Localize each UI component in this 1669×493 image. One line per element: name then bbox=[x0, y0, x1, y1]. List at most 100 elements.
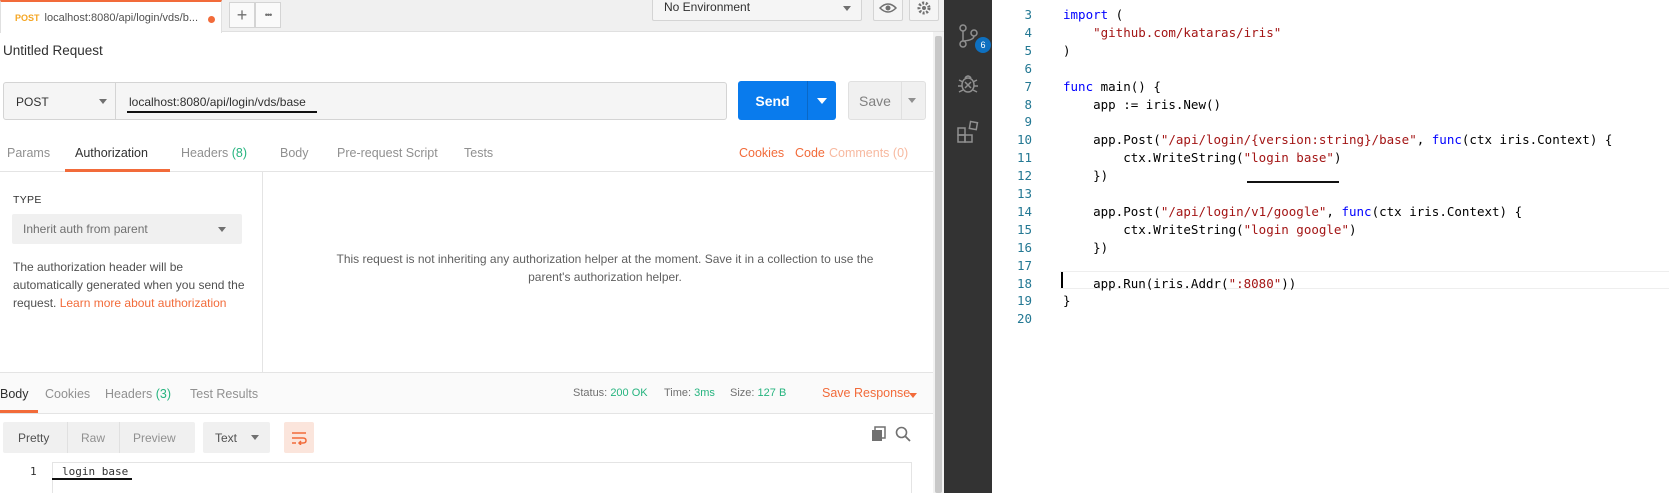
tab-tests[interactable]: Tests bbox=[464, 146, 493, 160]
tab-body[interactable]: Body bbox=[280, 146, 309, 160]
method-label: POST bbox=[16, 95, 49, 109]
method-select[interactable]: POST bbox=[3, 82, 116, 120]
code-string: "/api/login/v1/google" bbox=[1160, 203, 1327, 219]
learn-more-link[interactable]: Learn more about authorization bbox=[60, 296, 227, 310]
code-line[interactable]: "github.com/kataras/iris" bbox=[1063, 25, 1281, 40]
auth-type-value: Inherit auth from parent bbox=[23, 222, 148, 236]
tab-authorization[interactable]: Authorization bbox=[75, 146, 148, 160]
vertical-scrollbar-thumb[interactable] bbox=[935, 36, 942, 493]
format-preview-button[interactable]: Preview bbox=[133, 431, 176, 445]
request-title[interactable]: Untitled Request bbox=[3, 43, 103, 58]
extensions-button[interactable] bbox=[944, 112, 992, 152]
code-line[interactable]: ctx.WriteString("login google") bbox=[1063, 221, 1356, 237]
url-input[interactable]: localhost:8080/api/login/vds/base bbox=[116, 82, 727, 120]
response-tab-cookies[interactable]: Cookies bbox=[45, 387, 90, 401]
code-line[interactable]: import ( bbox=[1063, 7, 1123, 22]
request-tab-method: POST bbox=[15, 12, 40, 23]
code-text: app := iris.New() bbox=[1063, 96, 1222, 112]
activity-bar bbox=[944, 0, 992, 493]
code-editor[interactable]: 3 import (4 "github.com/kataras/iris" 5) 6 7… bbox=[992, 0, 1669, 493]
comments-link[interactable]: Comments (0) bbox=[829, 146, 908, 160]
auth-description: The authorization header will be automat… bbox=[13, 258, 253, 312]
response-type-select[interactable]: Text bbox=[203, 422, 270, 453]
new-tab-button[interactable]: + bbox=[229, 2, 255, 28]
debug-button[interactable] bbox=[944, 64, 992, 104]
status-readout: Status: 200 OK bbox=[573, 387, 648, 399]
copy-button[interactable] bbox=[871, 426, 887, 445]
status-value: 200 OK bbox=[610, 387, 648, 399]
code-text: app.Post( bbox=[1063, 132, 1161, 148]
code-line[interactable]: ctx.WriteString("login base") bbox=[1063, 150, 1341, 165]
format-pretty-button[interactable]: Pretty bbox=[18, 431, 49, 445]
auth-type-select[interactable]: Inherit auth from parent bbox=[12, 214, 242, 244]
code-text: (ctx iris.Context) { bbox=[1461, 132, 1613, 148]
code-text: )) bbox=[1281, 275, 1297, 291]
format-divider bbox=[119, 422, 120, 453]
environment-label: No Environment bbox=[664, 0, 751, 14]
tab-headers-count: (8) bbox=[231, 146, 248, 160]
unsaved-dot-icon bbox=[208, 16, 215, 23]
response-tab-test-results[interactable]: Test Results bbox=[190, 387, 258, 401]
tab-options-button[interactable]: ••• bbox=[255, 2, 281, 28]
code-text: (ctx iris.Context) { bbox=[1371, 203, 1523, 219]
code-line[interactable]: }) bbox=[1063, 168, 1108, 183]
send-button[interactable]: Send bbox=[738, 81, 836, 120]
line-number: 13 bbox=[1016, 186, 1032, 201]
tab-params[interactable]: Params bbox=[7, 146, 50, 160]
source-control-badge: 6 bbox=[975, 37, 991, 53]
save-options-chevron-icon[interactable] bbox=[908, 98, 916, 103]
save-response-button[interactable]: Save Response bbox=[822, 386, 910, 400]
code-line[interactable]: app.Run(iris.Addr(":8080")) bbox=[1063, 276, 1296, 291]
cookies-link[interactable]: Cookies bbox=[739, 146, 784, 160]
code-line[interactable]: func main() { bbox=[1063, 79, 1161, 94]
code-string: ":8080" bbox=[1228, 275, 1282, 291]
chevron-down-icon bbox=[843, 6, 851, 11]
code-line[interactable]: app.Post("/api/login/{version:string}/ba… bbox=[1063, 132, 1612, 147]
manage-environments-button[interactable] bbox=[909, 0, 939, 21]
code-text: main() { bbox=[1093, 78, 1161, 94]
code-line[interactable]: }) bbox=[1063, 240, 1108, 255]
size-label: Size: bbox=[730, 387, 755, 399]
code-text: ctx.WriteString( bbox=[1063, 221, 1244, 237]
line-number: 10 bbox=[1016, 132, 1032, 148]
line-number: 8 bbox=[1024, 96, 1032, 112]
environment-select[interactable]: No Environment bbox=[652, 0, 862, 21]
tab-headers[interactable]: Headers (8) bbox=[181, 146, 247, 160]
response-tab-headers[interactable]: Headers (3) bbox=[105, 387, 171, 401]
url-underline-annotation bbox=[127, 111, 317, 113]
size-value: 127 B bbox=[757, 387, 787, 399]
code-line[interactable]: } bbox=[1063, 293, 1071, 308]
line-number: 19 bbox=[1016, 293, 1032, 309]
response-tab-body[interactable]: Body bbox=[0, 387, 29, 401]
line-number: 9 bbox=[1024, 114, 1032, 130]
chevron-down-icon bbox=[251, 435, 259, 440]
gear-icon bbox=[917, 1, 931, 14]
environment-quick-look-button[interactable] bbox=[873, 0, 903, 21]
save-button[interactable]: Save bbox=[848, 81, 926, 120]
search-button[interactable] bbox=[895, 426, 911, 445]
code-text: } bbox=[1063, 293, 1071, 309]
code-line[interactable]: ) bbox=[1063, 43, 1071, 58]
code-line[interactable]: app := iris.New() bbox=[1063, 97, 1221, 112]
code-keyword: import bbox=[1063, 7, 1109, 22]
tab-pre-request-script[interactable]: Pre-request Script bbox=[337, 146, 438, 160]
response-body-editor[interactable] bbox=[52, 462, 912, 493]
code-string: "/api/login/{version:string}/base" bbox=[1160, 132, 1417, 148]
line-number: 14 bbox=[1016, 203, 1032, 219]
debug-icon bbox=[958, 75, 978, 93]
send-options-chevron-icon[interactable] bbox=[817, 98, 827, 104]
response-body-text: login base bbox=[62, 465, 129, 478]
response-tab-headers-count: (3) bbox=[155, 387, 172, 401]
code-text: , bbox=[1326, 203, 1342, 219]
code-keyword: func bbox=[1341, 203, 1372, 219]
code-keyword: func bbox=[1431, 132, 1462, 148]
wrap-lines-button[interactable] bbox=[284, 422, 314, 453]
request-tab[interactable]: POST localhost:8080/api/login/vds/b... bbox=[0, 0, 222, 33]
send-label: Send bbox=[755, 92, 790, 109]
line-number: 7 bbox=[1024, 78, 1032, 94]
save-response-chevron-icon[interactable] bbox=[909, 393, 917, 398]
format-raw-button[interactable]: Raw bbox=[81, 431, 105, 445]
code-link[interactable]: Code bbox=[795, 146, 825, 160]
code-line[interactable]: app.Post("/api/login/v1/google", func(ct… bbox=[1063, 204, 1522, 219]
